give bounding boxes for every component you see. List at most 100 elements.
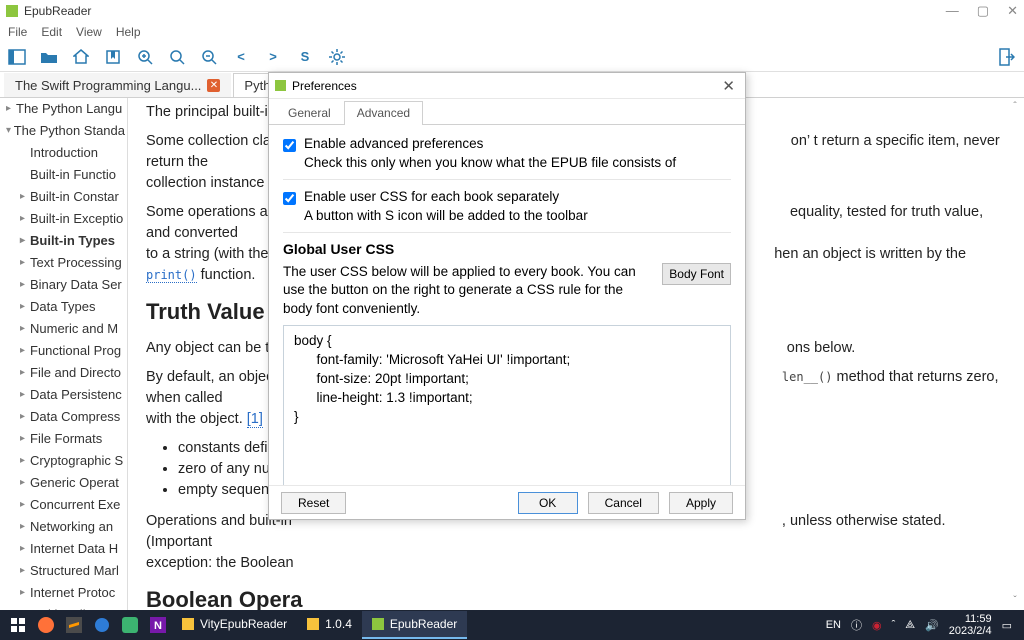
sidebar-item[interactable]: Data Compress xyxy=(0,406,127,428)
onenote-icon[interactable]: N xyxy=(144,611,172,639)
taskbar-app-vity[interactable]: VityEpubReader xyxy=(172,611,297,639)
scroll-up-icon[interactable]: ˆ xyxy=(1008,100,1022,114)
firefox-icon[interactable] xyxy=(32,611,60,639)
home-icon[interactable] xyxy=(70,46,92,68)
caret-icon xyxy=(20,254,30,272)
settings-gear-icon[interactable] xyxy=(326,46,348,68)
sidebar-item-label: The Python Langu xyxy=(16,100,122,118)
sidebar-item[interactable]: Cryptographic S xyxy=(0,450,127,472)
sidebar-item[interactable]: Data Persistenc xyxy=(0,384,127,406)
caret-icon xyxy=(20,342,30,360)
taskbar-app-label: VityEpubReader xyxy=(200,617,287,631)
sidebar-item[interactable]: The Python Langu xyxy=(0,98,127,120)
taskbar-clock[interactable]: 11:59 2023/2/4 xyxy=(949,613,992,637)
sublime-icon[interactable] xyxy=(60,611,88,639)
maximize-icon[interactable]: ▢ xyxy=(977,3,989,19)
sidebar-item-label: Numeric and M xyxy=(30,320,118,338)
style-s-icon[interactable]: S xyxy=(294,46,316,68)
notifications-icon[interactable]: ▭ xyxy=(1002,619,1012,632)
sidebar-item-label: Structured Marl xyxy=(30,562,119,580)
toc-sidebar[interactable]: The Python Langu The Python StandaIntrodu… xyxy=(0,98,128,610)
taskbar-app-104[interactable]: 1.0.4 xyxy=(297,611,362,639)
sidebar-item[interactable]: Generic Operat xyxy=(0,472,127,494)
enable-advanced-checkbox[interactable] xyxy=(283,139,296,152)
sidebar-item-label: File and Directo xyxy=(30,364,121,382)
sidebar-item[interactable]: File Formats xyxy=(0,428,127,450)
caret-icon xyxy=(20,496,30,514)
app-blue-icon[interactable] xyxy=(88,611,116,639)
body-font-button[interactable]: Body Font xyxy=(662,263,731,285)
sidebar-item[interactable]: Internet Protoc xyxy=(0,582,127,604)
sidebar-item[interactable]: Text Processing xyxy=(0,252,127,274)
sidebar-item[interactable]: Networking an xyxy=(0,516,127,538)
sidebar-item-label: Networking an xyxy=(30,518,113,536)
sidebar-item[interactable]: Numeric and M xyxy=(0,318,127,340)
language-indicator[interactable]: EN xyxy=(826,619,841,631)
scroll-down-icon[interactable]: ˇ xyxy=(1008,594,1022,608)
menubar: File Edit View Help xyxy=(0,22,1024,42)
sidebar-item[interactable]: The Python Standa xyxy=(0,120,127,142)
tab-swift[interactable]: The Swift Programming Langu... ✕ xyxy=(4,73,231,97)
apply-button[interactable]: Apply xyxy=(669,492,733,514)
dialog-titlebar[interactable]: Preferences ✕ xyxy=(269,73,745,99)
sidebar-item[interactable]: Built-in Exceptio xyxy=(0,208,127,230)
sidebar-item[interactable]: File and Directo xyxy=(0,362,127,384)
tray-icon[interactable]: ◉ xyxy=(872,619,882,632)
exit-icon[interactable] xyxy=(996,46,1018,68)
tray-icon[interactable]: ⓘ xyxy=(851,617,862,633)
next-icon[interactable]: > xyxy=(262,46,284,68)
bookmark-icon[interactable] xyxy=(102,46,124,68)
windows-taskbar[interactable]: N VityEpubReader 1.0.4 EpubReader EN ⓘ ◉… xyxy=(0,610,1024,640)
reset-button[interactable]: Reset xyxy=(281,492,346,514)
caret-icon xyxy=(20,210,30,228)
tab-advanced[interactable]: Advanced xyxy=(344,101,423,125)
sidebar-item[interactable]: Built-in Types xyxy=(0,230,127,252)
caret-icon xyxy=(20,386,30,404)
tab-general[interactable]: General xyxy=(275,101,344,124)
app-green-icon[interactable] xyxy=(116,611,144,639)
zoom-reset-icon[interactable] xyxy=(166,46,188,68)
sidebar-item-label: Built-in Exceptio xyxy=(30,210,123,228)
dialog-footer: Reset OK Cancel Apply xyxy=(269,485,745,519)
sidebar-item[interactable]: Built-in Constar xyxy=(0,186,127,208)
open-folder-icon[interactable] xyxy=(38,46,60,68)
volume-icon[interactable]: 🔊 xyxy=(925,619,939,632)
menu-file[interactable]: File xyxy=(8,25,27,39)
taskbar-app-epubreader[interactable]: EpubReader xyxy=(362,611,467,639)
menu-edit[interactable]: Edit xyxy=(41,25,62,39)
enable-user-css-checkbox[interactable] xyxy=(283,192,296,205)
zoom-out-icon[interactable] xyxy=(198,46,220,68)
sidebar-toggle-icon[interactable] xyxy=(6,46,28,68)
sidebar-item-label: File Formats xyxy=(30,430,102,448)
sidebar-item[interactable]: Internet Data H xyxy=(0,538,127,560)
sidebar-item[interactable]: Functional Prog xyxy=(0,340,127,362)
prev-icon[interactable]: < xyxy=(230,46,252,68)
close-icon[interactable]: ✕ xyxy=(1007,3,1018,19)
sidebar-item-label: Functional Prog xyxy=(30,342,121,360)
sidebar-item-label: Built-in Constar xyxy=(30,188,119,206)
sidebar-item[interactable]: Introduction xyxy=(0,142,127,164)
sidebar-item[interactable]: Concurrent Exe xyxy=(0,494,127,516)
link-print[interactable]: print() xyxy=(146,268,197,283)
global-css-textarea[interactable] xyxy=(283,325,731,485)
tab-close-icon[interactable]: ✕ xyxy=(207,79,220,92)
tray-chevron-icon[interactable]: ˆ xyxy=(892,619,896,631)
cancel-button[interactable]: Cancel xyxy=(588,492,659,514)
zoom-in-icon[interactable] xyxy=(134,46,156,68)
sidebar-item[interactable]: Data Types xyxy=(0,296,127,318)
minimize-icon[interactable]: — xyxy=(946,3,959,19)
sidebar-item[interactable]: Built-in Functio xyxy=(0,164,127,186)
window-titlebar: EpubReader — ▢ ✕ xyxy=(0,0,1024,22)
start-icon[interactable] xyxy=(4,611,32,639)
sidebar-item-label: Data Persistenc xyxy=(30,386,122,404)
ok-button[interactable]: OK xyxy=(518,492,578,514)
menu-help[interactable]: Help xyxy=(116,25,141,39)
wifi-icon[interactable]: ⟁ xyxy=(905,619,915,632)
sidebar-item[interactable]: Structured Marl xyxy=(0,560,127,582)
footnote-link[interactable]: [1] xyxy=(247,411,263,428)
sidebar-item[interactable]: Binary Data Ser xyxy=(0,274,127,296)
menu-view[interactable]: View xyxy=(76,25,102,39)
dialog-close-icon[interactable]: ✕ xyxy=(718,77,739,95)
dialog-title: Preferences xyxy=(292,79,357,93)
body-text: to a string (with the xyxy=(146,246,273,262)
